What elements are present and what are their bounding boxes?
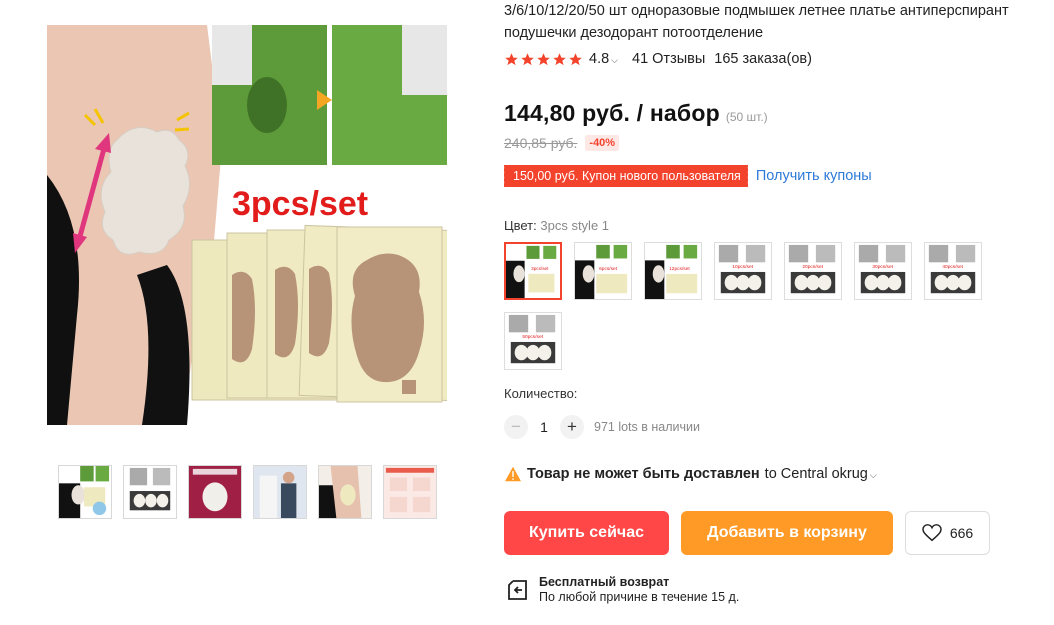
star-icon <box>553 52 566 65</box>
warning-icon <box>505 466 521 482</box>
delivery-warning: Товар не может быть доставлен <box>527 466 760 482</box>
wishlist-count: 666 <box>949 525 974 541</box>
quantity-label: Количество: <box>504 386 578 401</box>
thumbnail-1[interactable] <box>58 465 112 519</box>
price-row: 144,80 руб. / набор (50 шт.) <box>504 100 768 127</box>
swatch-caption: 30pcs/set <box>872 264 893 270</box>
quantity-increase-button[interactable]: + <box>560 415 584 439</box>
thumbnail-4[interactable] <box>253 465 307 519</box>
coupon-row: 150,00 руб. Купон нового пользователя По… <box>502 165 872 187</box>
stock-info: 971 lots в наличии <box>594 420 700 434</box>
color-swatches: 3pcs/set 6pcs/set 12pcs/set 10pcs/set 20… <box>504 242 1004 370</box>
color-swatch-6[interactable]: 30pcs/set <box>854 242 912 300</box>
color-label-text: Цвет: <box>504 218 537 233</box>
thumbnail-6[interactable] <box>383 465 437 519</box>
coupon-badge: 150,00 руб. Купон нового пользователя <box>502 165 748 187</box>
chevron-down-icon: ⌵ <box>611 55 618 65</box>
price-unit: (50 шт.) <box>725 110 768 124</box>
orders-count: 165 заказа(ов) <box>714 51 812 67</box>
quantity-stepper: − 1 + 971 lots в наличии <box>504 415 700 439</box>
color-selected-value: 3pcs style 1 <box>540 218 610 233</box>
color-swatch-7[interactable]: 40pcs/set <box>924 242 982 300</box>
rating-stars <box>504 52 583 67</box>
return-subtitle: По любой причине в течение 15 д. <box>539 590 740 604</box>
thumbnail-2[interactable] <box>123 465 177 519</box>
free-return-info: Бесплатный возврат По любой причине в те… <box>506 575 739 605</box>
buy-now-button[interactable]: Купить сейчас <box>504 511 669 555</box>
color-swatch-8[interactable]: 50pcs/set <box>504 312 562 370</box>
color-swatch-5[interactable]: 20pcs/set <box>784 242 842 300</box>
get-coupons-link[interactable]: Получить купоны <box>756 168 872 184</box>
return-icon <box>508 580 527 600</box>
color-swatch-1[interactable]: 3pcs/set <box>504 242 562 300</box>
color-label: Цвет: 3pcs style 1 <box>504 218 609 233</box>
current-price: 144,80 руб. / набор <box>504 100 720 126</box>
delivery-destination-text: to Central okrug <box>764 466 868 482</box>
rating-number: 4.8 <box>589 51 610 67</box>
old-price: 240,85 руб. <box>504 135 578 151</box>
return-title: Бесплатный возврат <box>539 575 670 589</box>
swatch-caption: 40pcs/set <box>942 264 963 270</box>
main-image-caption: 3pcs/set <box>232 185 368 223</box>
rating-row: 4.8 ⌵ 41 Отзывы 165 заказа(ов) <box>504 49 812 69</box>
star-icon <box>505 52 518 65</box>
swatch-caption: 12pcs/set <box>669 266 690 272</box>
discount-badge: -40% <box>585 135 620 151</box>
product-title: 3/6/10/12/20/50 шт одноразовые подмышек … <box>504 3 1009 41</box>
thumbnail-5[interactable] <box>318 465 372 519</box>
swatch-caption: 50pcs/set <box>522 334 543 340</box>
main-product-image[interactable]: 3pcs/set <box>47 25 447 425</box>
heart-icon <box>922 524 942 542</box>
swatch-caption: 6pcs/set <box>599 266 618 272</box>
color-swatch-3[interactable]: 12pcs/set <box>644 242 702 300</box>
swatch-caption: 3pcs/set <box>531 266 549 271</box>
add-to-cart-button[interactable]: Добавить в корзину <box>681 511 893 555</box>
delivery-row: Товар не может быть доставлен to Central… <box>504 466 877 482</box>
thumbnail-3[interactable] <box>188 465 242 519</box>
main-image-graphic: 3pcs/set <box>47 25 447 425</box>
star-icon <box>569 52 582 65</box>
star-icon <box>537 52 550 65</box>
quantity-value[interactable]: 1 <box>528 419 560 435</box>
delivery-destination[interactable]: to Central okrug ⌵ <box>765 466 877 482</box>
swatch-caption: 20pcs/set <box>802 264 823 270</box>
wishlist-button[interactable]: 666 <box>905 511 990 555</box>
old-price-row: 240,85 руб. -40% <box>504 135 620 151</box>
quantity-decrease-button[interactable]: − <box>504 415 528 439</box>
rating-value[interactable]: 4.8 ⌵ <box>589 51 618 67</box>
color-swatch-2[interactable]: 6pcs/set <box>574 242 632 300</box>
chevron-down-icon: ⌵ <box>869 470 877 480</box>
color-swatch-4[interactable]: 10pcs/set <box>714 242 772 300</box>
star-icon <box>521 52 534 65</box>
thumbnail-strip <box>58 465 437 519</box>
reviews-link[interactable]: 41 Отзывы <box>632 51 705 67</box>
swatch-caption: 10pcs/set <box>732 264 753 270</box>
